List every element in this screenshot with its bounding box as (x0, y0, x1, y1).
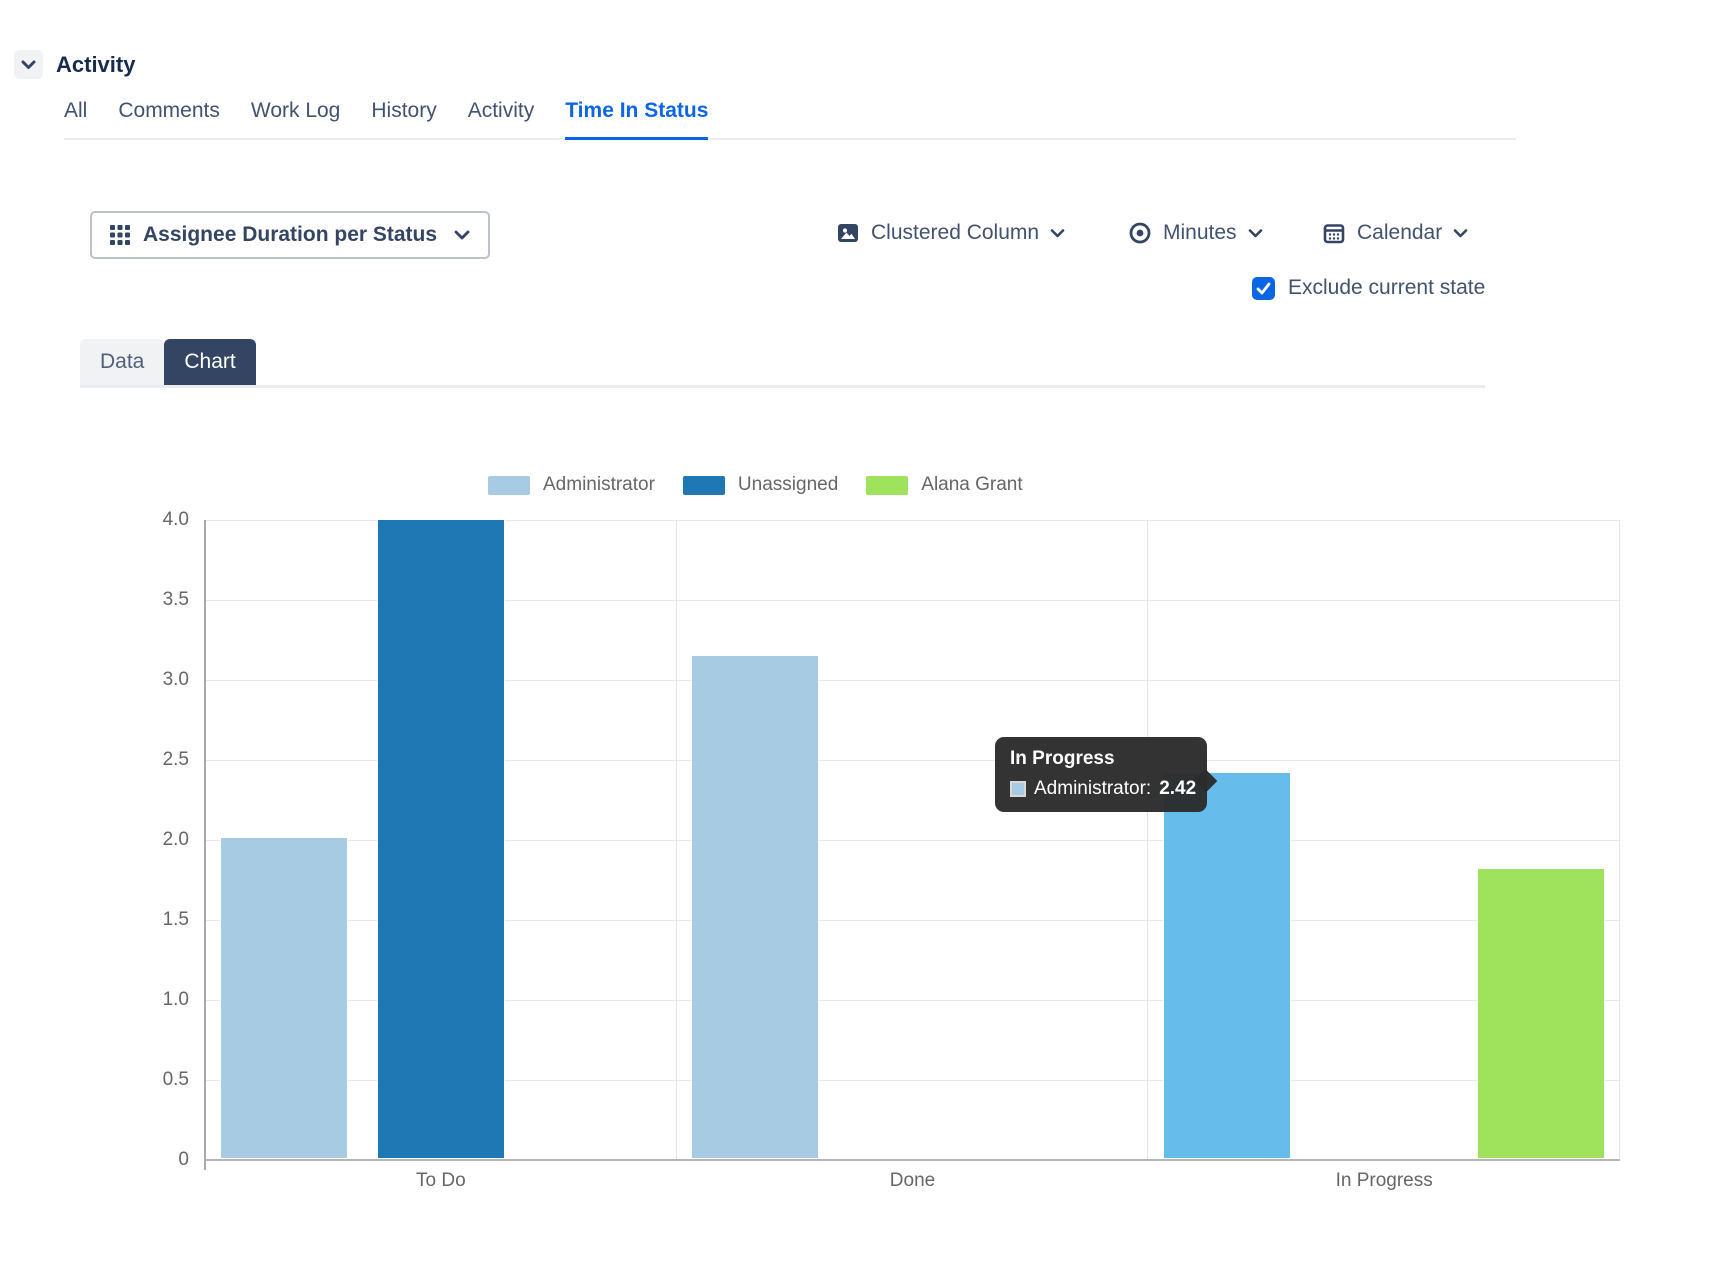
legend-item-unassigned[interactable]: Unassigned (683, 474, 838, 496)
x-axis-label-done: Done (677, 1170, 1149, 1192)
eye-icon (1128, 221, 1152, 245)
category-boundary-gridline (1147, 520, 1148, 1160)
exclude-current-state-label: Exclude current state (1288, 276, 1485, 300)
tab-time-in-status[interactable]: Time In Status (565, 99, 708, 140)
category-boundary-gridline (1619, 520, 1620, 1160)
x-axis-label-to-do: To Do (205, 1170, 677, 1192)
checkmark-icon (1256, 282, 1271, 295)
category-boundary-gridline (676, 520, 677, 1160)
unit-dropdown[interactable]: Minutes (1128, 221, 1263, 245)
chevron-down-icon (1050, 229, 1065, 238)
calendar-label: Calendar (1357, 221, 1442, 245)
bar-unassigned-to-do[interactable] (377, 519, 505, 1159)
tab-comments[interactable]: Comments (118, 99, 220, 140)
y-axis-tick-label: 3.5 (133, 589, 189, 611)
unit-label: Minutes (1163, 221, 1237, 245)
y-axis-tick-label: 1.0 (133, 989, 189, 1011)
bar-administrator-to-do[interactable] (220, 837, 348, 1159)
activity-tab-bar: All Comments Work Log History Activity T… (64, 99, 1516, 140)
plot-area: In Progress Administrator: 2.42 00.51.01… (205, 520, 1620, 1160)
calendar-dropdown[interactable]: Calendar (1322, 221, 1468, 245)
page-title: Activity (56, 52, 135, 78)
y-axis-tick-label: 1.5 (133, 909, 189, 931)
y-axis-tick-label: 3.0 (133, 669, 189, 691)
tab-history[interactable]: History (371, 99, 436, 140)
bar-administrator-done[interactable] (691, 655, 819, 1159)
bar-alana-grant-in-progress[interactable] (1477, 868, 1605, 1159)
chart-legend: Administrator Unassigned Alana Grant (488, 474, 1023, 496)
x-axis-label-in-progress: In Progress (1148, 1170, 1620, 1192)
view-tabs-divider (80, 385, 1485, 388)
calendar-icon (1322, 221, 1346, 245)
chart-type-dropdown[interactable]: Clustered Column (836, 221, 1065, 245)
tab-all[interactable]: All (64, 99, 87, 140)
tooltip-title: In Progress (1010, 748, 1192, 770)
y-axis-tick-label: 0 (133, 1149, 189, 1171)
report-type-dropdown[interactable]: Assignee Duration per Status (90, 211, 490, 259)
chart-tooltip: In Progress Administrator: 2.42 (995, 737, 1207, 812)
legend-swatch-administrator (488, 476, 530, 495)
y-axis-tick-label: 2.0 (133, 829, 189, 851)
x-axis-line (205, 1159, 1620, 1161)
y-axis-tick-label: 4.0 (133, 509, 189, 531)
legend-label-unassigned: Unassigned (738, 474, 838, 496)
legend-item-alana-grant[interactable]: Alana Grant (866, 474, 1022, 496)
exclude-current-state-checkbox[interactable]: Exclude current state (1252, 276, 1485, 300)
chevron-down-icon (21, 60, 36, 70)
view-tab-bar: Data Chart (80, 339, 256, 385)
legend-swatch-unassigned (683, 476, 725, 495)
chevron-down-icon (1453, 229, 1468, 238)
tooltip-value: 2.42 (1159, 778, 1196, 800)
x-axis-labels: To DoDoneIn Progress (205, 1170, 1620, 1192)
grid-icon (110, 225, 130, 245)
activity-header: Activity (14, 50, 135, 79)
bar-administrator-in-progress[interactable] (1163, 772, 1291, 1159)
checkbox-checked[interactable] (1252, 277, 1275, 300)
legend-label-alana-grant: Alana Grant (921, 474, 1022, 496)
image-icon (836, 221, 860, 245)
y-axis-tick-label: 2.5 (133, 749, 189, 771)
tab-chart[interactable]: Chart (164, 339, 255, 385)
chevron-down-icon (454, 230, 470, 240)
tab-activity[interactable]: Activity (468, 99, 535, 140)
legend-label-administrator: Administrator (543, 474, 655, 496)
y-axis-line (204, 520, 206, 1170)
tab-data[interactable]: Data (80, 339, 164, 385)
legend-item-administrator[interactable]: Administrator (488, 474, 655, 496)
activity-collapse-button[interactable] (14, 50, 43, 79)
report-type-label: Assignee Duration per Status (143, 223, 437, 247)
time-in-status-panel: Activity All Comments Work Log History A… (0, 0, 1734, 1278)
y-axis-tick-label: 0.5 (133, 1069, 189, 1091)
tooltip-row: Administrator: 2.42 (1010, 778, 1192, 800)
tooltip-series-swatch (1010, 781, 1026, 797)
chevron-down-icon (1248, 229, 1263, 238)
chart-type-label: Clustered Column (871, 221, 1039, 245)
legend-swatch-alana-grant (866, 476, 908, 495)
tooltip-series-label: Administrator: (1034, 778, 1151, 800)
tab-work-log[interactable]: Work Log (251, 99, 341, 140)
